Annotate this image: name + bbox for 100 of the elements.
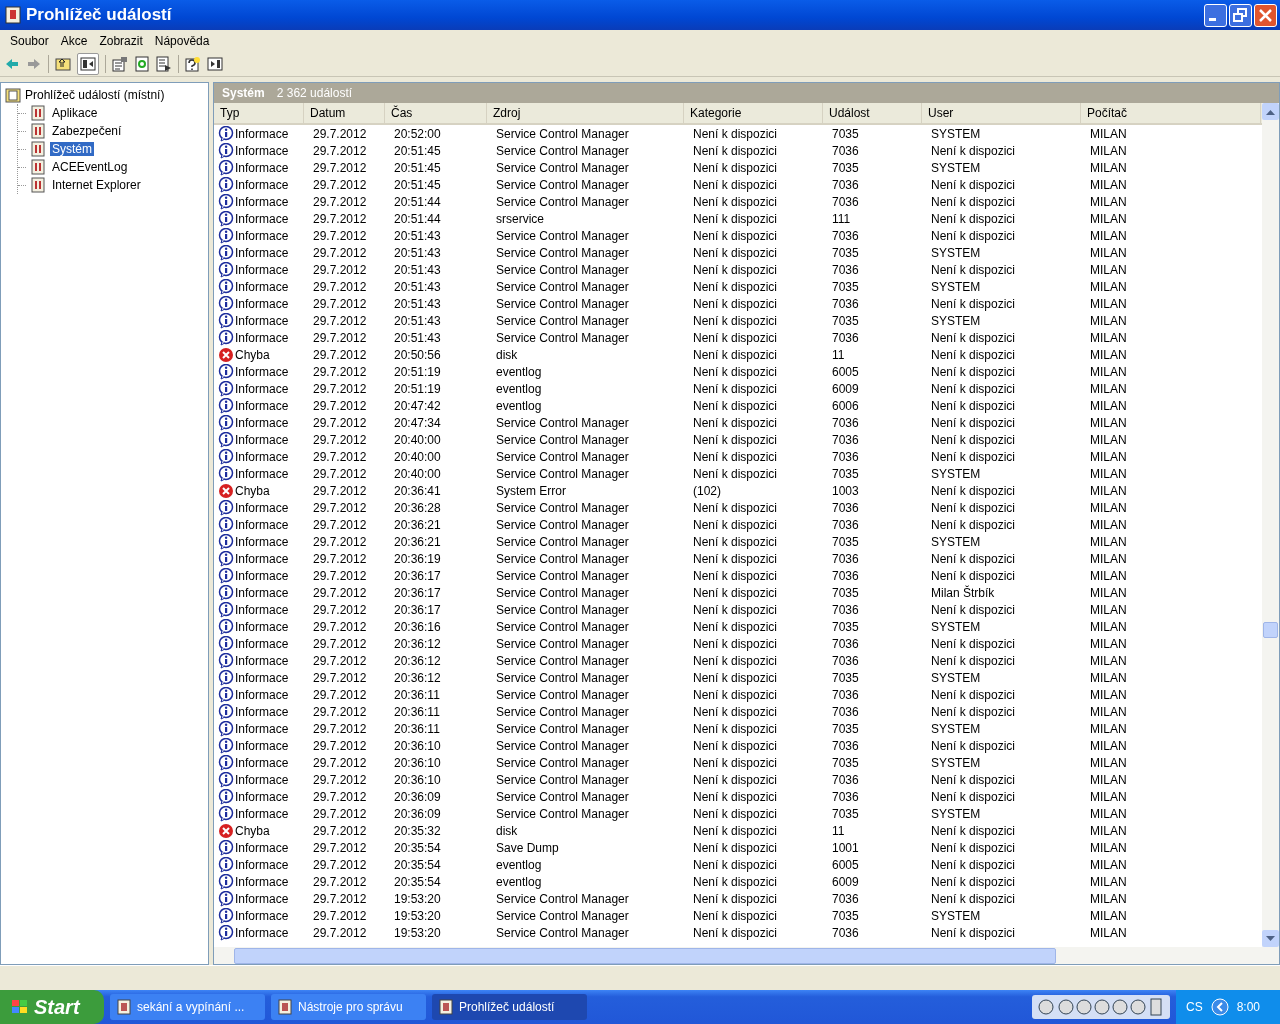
refresh-icon[interactable] [134,56,150,72]
table-cell: MILAN [1090,449,1127,464]
table-cell: Není k dispozici [931,551,1016,566]
table-cell: Informace [235,500,289,515]
menu-item[interactable]: Akce [54,34,94,48]
table-cell: 1001 [832,840,859,855]
tree-item[interactable]: Aplikace [50,106,100,120]
table-cell: Není k dispozici [931,925,1016,940]
help-icon[interactable] [185,56,201,72]
column-header[interactable]: Počítač [1081,103,1261,123]
table-cell: MILAN [1090,551,1127,566]
table-cell: Není k dispozici [693,330,778,345]
table-cell: MILAN [1090,602,1127,617]
table-cell: Informace [235,177,289,192]
table-cell: 20:36:12 [394,670,441,685]
close-button[interactable] [1254,3,1277,27]
menu-item[interactable]: Soubor [4,34,55,48]
folder-up-icon[interactable] [55,56,71,72]
tree-item[interactable]: Zabezpečení [50,124,124,138]
table-cell: MILAN [1090,891,1127,906]
action-pane-icon[interactable] [207,56,223,72]
table-cell: Není k dispozici [931,857,1016,872]
table-cell: Není k dispozici [693,772,778,787]
table-cell: MILAN [1090,908,1127,923]
table-cell: Informace [235,313,289,328]
table-cell: MILAN [1090,670,1127,685]
table-cell: 7036 [832,789,859,804]
table-cell: Service Control Manager [496,279,629,294]
table-cell: Service Control Manager [496,670,629,685]
column-header[interactable]: Čas [385,103,487,123]
tree-item[interactable]: Systém [50,142,94,156]
forward-arrow-icon[interactable] [26,56,42,72]
tree-item[interactable]: ACEEventLog [50,160,130,174]
table-cell: Není k dispozici [931,840,1016,855]
table-cell: 29.7.2012 [313,330,367,345]
tree-item[interactable]: Internet Explorer [50,178,143,192]
chevron-left-icon[interactable] [1210,998,1229,1016]
table-cell: Informace [235,619,289,634]
table-cell: Není k dispozici [931,177,1016,192]
table-cell: 20:36:41 [394,483,441,498]
column-header[interactable]: User [922,103,1081,123]
scrollbar-thumb[interactable] [234,947,1056,964]
table-cell: MILAN [1090,143,1127,158]
table-cell: srservice [496,211,544,226]
tree-toggle-icon[interactable] [77,53,99,75]
table-cell: 29.7.2012 [313,585,367,600]
properties-icon[interactable] [112,56,128,72]
table-cell: 29.7.2012 [313,211,367,226]
horizontal-scrollbar[interactable] [214,947,1279,964]
scrollbar-thumb[interactable] [1263,622,1278,639]
table-cell: 29.7.2012 [313,772,367,787]
minimize-button[interactable] [1204,3,1227,27]
table-cell: 7036 [832,517,859,532]
table-cell: Informace [235,432,289,447]
table-cell: 7036 [832,568,859,583]
table-cell: 29.7.2012 [313,568,367,583]
menu-item[interactable]: Zobrazit [93,34,149,48]
tree-item[interactable]: Prohlížeč událostí (místní) [5,86,204,104]
restore-button[interactable] [1229,3,1252,27]
table-cell: 29.7.2012 [313,670,367,685]
table-cell: Service Control Manager [496,551,629,566]
column-header[interactable]: Typ [214,103,304,123]
table-cell: 29.7.2012 [313,415,367,430]
column-header[interactable]: Datum [304,103,385,123]
column-header[interactable]: Událost [823,103,922,123]
taskbar-button[interactable]: Nástroje pro správu [271,994,426,1020]
table-cell: MILAN [1090,211,1127,226]
scroll-down-icon[interactable] [1266,935,1275,942]
taskbar-button[interactable]: Prohlížeč událostí [432,994,587,1020]
table-cell: MILAN [1090,432,1127,447]
export-list-icon[interactable] [156,56,172,72]
table-cell: Není k dispozici [931,194,1016,209]
windows-flag-icon [10,998,30,1016]
table-cell: SYSTEM [931,806,981,821]
taskbar-button[interactable]: sekání a vypínání ... [110,994,265,1020]
table-cell: 7036 [832,772,859,787]
table-cell: 20:35:32 [394,823,441,838]
table-cell: SYSTEM [931,721,981,736]
table-cell: 7035 [832,585,859,600]
scroll-up-icon[interactable] [1266,108,1275,115]
table-cell: Service Control Manager [496,534,629,549]
vertical-scrollbar[interactable] [1262,103,1279,947]
table-cell: 29.7.2012 [313,891,367,906]
table-cell: MILAN [1090,687,1127,702]
table-cell: 29.7.2012 [313,653,367,668]
back-arrow-icon[interactable] [4,56,20,72]
table-cell: 20:40:00 [394,432,441,447]
table-cell: Informace [235,602,289,617]
menu-item[interactable]: Nápověda [148,34,216,48]
column-header[interactable]: Zdroj [487,103,684,123]
table-cell: 29.7.2012 [313,517,367,532]
column-header[interactable]: Kategorie [684,103,823,123]
table-cell: MILAN [1090,772,1127,787]
table-cell: Service Control Manager [496,143,629,158]
table-cell: Není k dispozici [693,126,778,141]
table-cell: 20:47:34 [394,415,441,430]
table-cell: 7035 [832,313,859,328]
table-cell: 7035 [832,279,859,294]
log-book-icon [5,6,21,24]
table-cell: Service Control Manager [496,517,629,532]
